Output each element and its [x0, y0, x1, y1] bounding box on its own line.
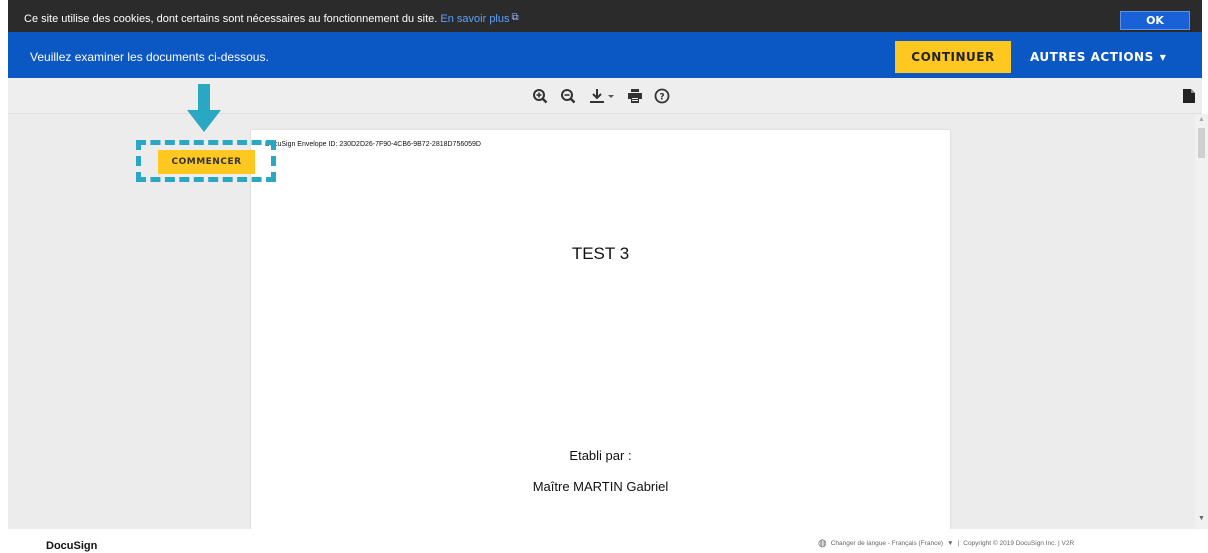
caret-down-icon: ▼: [1159, 53, 1167, 62]
footer-divider: |: [957, 540, 960, 547]
language-caret-icon[interactable]: ▼: [947, 540, 953, 547]
established-by-label: Etabli par :: [569, 448, 632, 463]
svg-text:?: ?: [659, 93, 664, 103]
learn-more-link[interactable]: En savoir plus: [440, 13, 509, 25]
external-link-icon: ⧉: [511, 12, 519, 23]
cookie-text: Ce site utilise des cookies, dont certai…: [24, 13, 438, 25]
document-icon[interactable]: [1178, 86, 1200, 106]
arrow-down-icon: [187, 84, 221, 132]
vertical-scrollbar[interactable]: ▲ ▼: [1195, 114, 1208, 529]
copyright-text: Copyright © 2019 DocuSign Inc. | V2R: [963, 540, 1075, 547]
language-selector[interactable]: Changer de langue - Français (France): [831, 540, 943, 547]
review-header: Veuillez examiner les documents ci-desso…: [8, 32, 1202, 78]
cookie-message: Ce site utilise des cookies, dont certai…: [24, 12, 519, 25]
document-page: DocuSign Envelope ID: 230D2D26-7F90-4CB6…: [251, 130, 950, 529]
cookie-banner: Ce site utilise des cookies, dont certai…: [8, 0, 1202, 32]
zoom-in-icon[interactable]: [529, 86, 551, 106]
author-name: Maître MARTIN Gabriel: [532, 479, 669, 494]
other-actions-menu[interactable]: AUTRES ACTIONS ▼: [1030, 43, 1166, 71]
document-title: TEST 3: [571, 244, 630, 263]
continue-button[interactable]: CONTINUER: [895, 41, 1011, 73]
download-icon[interactable]: [588, 86, 616, 106]
scroll-thumb[interactable]: [1198, 128, 1205, 158]
docusign-logo: DocuSign: [46, 540, 98, 552]
help-icon[interactable]: ?: [651, 86, 673, 106]
globe-icon: ◍: [818, 538, 827, 549]
scroll-down-icon[interactable]: ▼: [1198, 515, 1205, 522]
start-button[interactable]: COMMENCER: [158, 150, 255, 174]
footer-links: ◍ Changer de langue - Français (France) …: [818, 538, 1074, 549]
other-actions-label: AUTRES ACTIONS: [1030, 50, 1154, 64]
scroll-up-icon[interactable]: ▲: [1198, 116, 1205, 123]
zoom-out-icon[interactable]: [557, 86, 579, 106]
footer: DocuSign ◍ Changer de langue - Français …: [8, 529, 1202, 553]
review-message: Veuillez examiner les documents ci-desso…: [30, 50, 269, 64]
cookie-ok-button[interactable]: OK: [1120, 11, 1190, 30]
envelope-id: DocuSign Envelope ID: 230D2D26-7F90-4CB6…: [265, 141, 481, 148]
print-icon[interactable]: [624, 86, 646, 106]
